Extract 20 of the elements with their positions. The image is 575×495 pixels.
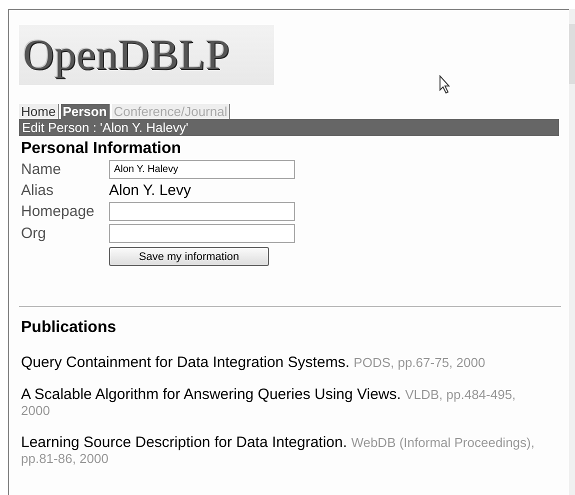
field-label: Name <box>21 161 62 178</box>
field-label: Org <box>21 225 48 242</box>
nav-tab[interactable]: Home <box>19 104 59 119</box>
nav-tab[interactable]: Person <box>60 104 110 119</box>
mouse-pointer-icon <box>439 75 451 94</box>
scrollbar[interactable] <box>569 9 575 495</box>
publication-entry: Query Containment for Data Integration Systems. PODS, pp.67-75, 2000 <box>21 355 486 371</box>
field-label: Homepage <box>21 203 96 220</box>
field-value: Alon Y. Levy <box>109 182 192 199</box>
page-header-bar: Edit Person : 'Alon Y. Halevy' <box>19 119 559 136</box>
input-field[interactable] <box>109 202 295 221</box>
publication-entry: Learning Source Description for Data Integration. WebDB (Informal Proceedings), pp.81-86, 2000 <box>21 435 536 467</box>
section-heading: Publications <box>21 319 118 337</box>
publication-entry: A Scalable Algorithm for Answering Queries Using Views. VLDB, pp.484-495, 2000 <box>21 387 517 419</box>
field-label: Alias <box>21 182 55 199</box>
save-button[interactable]: Save my information <box>109 247 269 266</box>
logo-banner: OpenDBLP <box>19 25 274 85</box>
input-field[interactable]: Alon Y. Halevy <box>109 160 295 179</box>
input-field[interactable] <box>109 224 295 243</box>
section-heading: Personal Information <box>21 140 182 158</box>
